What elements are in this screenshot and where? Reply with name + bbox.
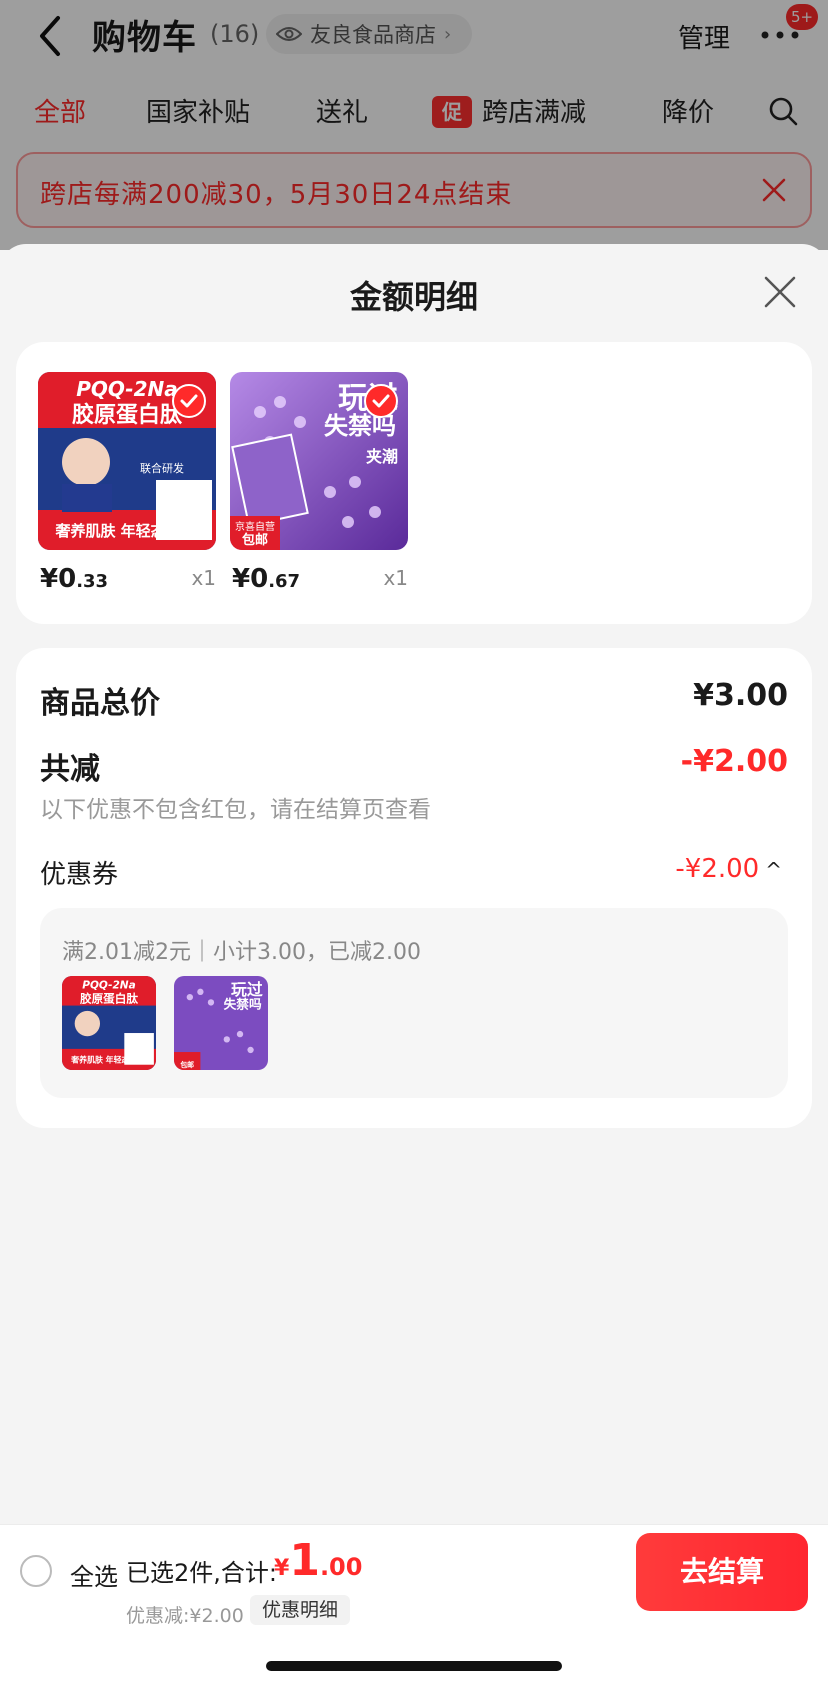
product-image: PQQ-2Na 胶原蛋白肽 联合研发 奢养肌肤 年轻态! bbox=[38, 372, 216, 550]
amount-detail-sheet: 金额明细 PQQ-2Na 胶原蛋白肽 联合研发 奢养肌肤 年轻态! ¥0.33 … bbox=[0, 244, 828, 1682]
product-qty: x1 bbox=[383, 566, 408, 590]
coupon-label: 优惠券 bbox=[40, 860, 119, 890]
select-all-radio[interactable] bbox=[20, 1555, 52, 1587]
product-image-text: 奢养肌肤 年轻态! bbox=[70, 1055, 133, 1065]
coupon-detail-box: 满2.01减2元｜小计3.00，已减2.00 PQQ-2Na 胶原蛋白肽 奢养肌… bbox=[40, 908, 788, 1098]
checkout-bar: 全选 已选2件,合计: ¥1.00 优惠减:¥2.00 优惠明细 去结算 bbox=[0, 1524, 828, 1682]
total-amount: ¥1.00 bbox=[274, 1535, 363, 1586]
product-image: 玩过 失禁吗 夹潮 京喜自营 包邮 bbox=[230, 372, 408, 550]
discount-detail-button[interactable]: 优惠明细 bbox=[250, 1595, 351, 1625]
home-indicator bbox=[266, 1661, 562, 1671]
sheet-title: 金额明细 bbox=[349, 278, 478, 316]
price-summary-card: 商品总价 ¥3.00 共减 -¥2.00 以下优惠不包含红包，请在结算页查看 优… bbox=[16, 648, 812, 1128]
product-image-text: 京喜自营 bbox=[235, 520, 275, 533]
product-image-text: 胶原蛋白肽 bbox=[80, 991, 138, 1005]
product-item[interactable]: 玩过 失禁吗 夹潮 京喜自营 包邮 ¥0.67 x1 bbox=[230, 372, 408, 594]
modal-overlay[interactable] bbox=[0, 0, 828, 250]
product-qty: x1 bbox=[191, 566, 216, 590]
selected-info: 已选2件,合计: bbox=[126, 1559, 277, 1587]
product-image-text: 失禁吗 bbox=[224, 997, 262, 1012]
checked-icon bbox=[364, 384, 398, 418]
product-image-text: PQQ-2Na bbox=[76, 377, 177, 401]
discount-amount: 优惠减:¥2.00 bbox=[126, 1605, 244, 1627]
total-price-value: ¥3.00 bbox=[693, 678, 788, 713]
product-image-text: PQQ-2Na bbox=[82, 980, 136, 992]
product-image-text: 奢养肌肤 年轻态! bbox=[54, 522, 172, 540]
product-image-text: 包邮 bbox=[242, 532, 268, 548]
product-image-text: 胶原蛋白肽 bbox=[72, 402, 183, 428]
total-reduce-value: -¥2.00 bbox=[680, 744, 788, 779]
product-price: ¥0.33 bbox=[40, 564, 109, 594]
close-icon[interactable] bbox=[762, 274, 798, 310]
select-all-label[interactable]: 全选 bbox=[70, 1557, 118, 1592]
product-image-text: 夹潮 bbox=[366, 447, 398, 466]
selected-products-card: PQQ-2Na 胶原蛋白肽 联合研发 奢养肌肤 年轻态! ¥0.33 x1 失禁… bbox=[16, 342, 812, 624]
total-price-label: 商品总价 bbox=[40, 686, 160, 721]
coupon-value[interactable]: -¥2.00 ^ bbox=[675, 854, 782, 884]
product-image-text: 包邮 bbox=[180, 1060, 194, 1069]
coupon-detail-text: 满2.01减2元｜小计3.00，已减2.00 bbox=[62, 940, 421, 965]
total-reduce-label: 共减 bbox=[40, 752, 100, 787]
product-image-text: 联合研发 bbox=[140, 461, 184, 475]
coupon-product-thumb: 玩过 失禁吗 包邮 bbox=[174, 976, 268, 1070]
checkout-button[interactable]: 去结算 bbox=[636, 1533, 808, 1611]
product-image-text: 玩过 bbox=[231, 980, 263, 999]
coupon-product-thumb: PQQ-2Na 胶原蛋白肽 奢养肌肤 年轻态! bbox=[62, 976, 156, 1070]
checked-icon bbox=[172, 384, 206, 418]
product-item[interactable]: PQQ-2Na 胶原蛋白肽 联合研发 奢养肌肤 年轻态! ¥0.33 x1 bbox=[38, 372, 216, 594]
discount-note: 以下优惠不包含红包，请在结算页查看 bbox=[40, 797, 431, 823]
product-price: ¥0.67 bbox=[232, 564, 301, 594]
chevron-up-icon: ^ bbox=[765, 858, 782, 882]
